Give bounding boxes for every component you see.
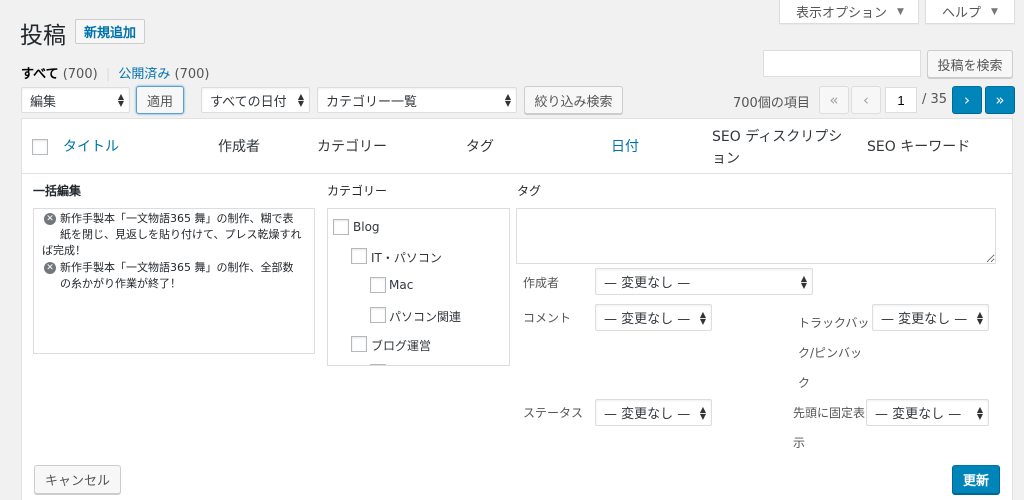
date-filter-select[interactable]: すべての日付 ▲ ▼ [201, 87, 310, 113]
author-label: 作成者 [523, 276, 560, 290]
category-filter-select[interactable]: カテゴリー一覧 ▲ ▼ [317, 87, 517, 113]
help-tab[interactable]: ヘルプ ▼ [925, 0, 1015, 24]
bulk-edit-heading: 一括編集 [33, 184, 82, 198]
post-search-input[interactable] [763, 50, 921, 77]
bulk-tags-heading: タグ [517, 184, 542, 198]
sticky-select[interactable]: — 変更なし — ▲ ▼ [866, 399, 989, 426]
filter-published-count: (700) [174, 67, 210, 82]
screen-options-label: 表示オプション [796, 6, 888, 21]
category-label: Mac [389, 278, 414, 292]
column-author: 作成者 [218, 139, 260, 155]
search-posts-button[interactable]: 投稿を検索 [927, 50, 1013, 78]
sticky-label-line: 先頭に固定表 [793, 406, 866, 420]
prev-page-button[interactable]: ‹ [851, 86, 881, 114]
select-arrows-icon: ▲ ▼ [800, 273, 807, 290]
caret-down-icon: ▼ [991, 6, 998, 17]
category-checkbox-blog-ops[interactable] [351, 336, 367, 352]
sticky-label-line: 示 [793, 436, 806, 450]
trackback-select[interactable]: — 変更なし — ▲ ▼ [872, 304, 989, 331]
bulk-title-line: 紙を閉じ、見返しを貼り付けて、プレス乾燥すれ [60, 228, 302, 241]
comment-select[interactable]: — 変更なし — ▲ ▼ [595, 304, 712, 331]
date-filter-value: すべての日付 [210, 94, 287, 110]
category-checklist: Blog IT・パソコン Mac パソコン関連 ブログ運営 [327, 208, 510, 366]
status-select-value: — 変更なし — [604, 407, 691, 422]
current-page-input[interactable] [885, 87, 917, 113]
column-categories: カテゴリー [317, 139, 387, 155]
column-date[interactable]: 日付 [611, 136, 639, 156]
sticky-select-value: — 変更なし — [875, 407, 962, 422]
bulk-title-line: の糸かがり作業が終了！ [60, 277, 181, 290]
bulk-title-line: ば完成！ [42, 244, 86, 257]
bulk-title-item: ✕ 新作手製本「一文物語365 舞」の制作、全部数 の糸かがり作業が終了！ [38, 260, 310, 292]
filter-separator: | [105, 67, 111, 82]
apply-button[interactable]: 適用 [136, 86, 184, 114]
add-new-button[interactable]: 新規追加 [75, 19, 146, 44]
update-button[interactable]: 更新 [952, 465, 1000, 494]
author-select-value: — 変更なし — [604, 276, 691, 291]
column-seo-keyword: SEO キーワード [867, 139, 971, 155]
bulk-titles-list: ✕ 新作手製本「一文物語365 舞」の制作、糊で表 紙を閉じ、見返しを貼り付けて… [33, 208, 315, 354]
sticky-label: 先頭に固定表 示 [793, 398, 865, 458]
remove-icon[interactable]: ✕ [44, 213, 56, 225]
category-checkbox-pc[interactable] [370, 307, 386, 323]
author-select[interactable]: — 変更なし — ▲ ▼ [595, 268, 813, 295]
column-tags: タグ [466, 139, 494, 155]
category-checkbox-it[interactable] [351, 248, 367, 264]
screen-options-tab[interactable]: 表示オプション ▼ [779, 0, 919, 24]
trackback-label: トラックバッ ク/ピンバッ ク [798, 308, 869, 398]
trackback-label-line: ク/ピンバッ [798, 346, 863, 360]
items-count: 700個の項目 [733, 96, 810, 111]
seo-desc-line1: SEO ディスクリプシ [712, 129, 843, 145]
last-page-button[interactable]: » [985, 86, 1015, 114]
status-filters: すべて (700) | 公開済み (700) [21, 63, 209, 82]
filter-all-link[interactable]: すべて [21, 67, 59, 82]
status-label: ステータス [523, 406, 584, 420]
category-filter-value: カテゴリー一覧 [326, 94, 418, 110]
seo-desc-line2: ョン [712, 151, 740, 167]
column-title[interactable]: タイトル [63, 136, 119, 156]
trackback-label-line: ク [798, 376, 811, 390]
filter-all-count: (700) [62, 67, 98, 82]
help-label: ヘルプ [942, 6, 982, 21]
category-label: IT・パソコン [371, 251, 442, 265]
bulk-title-line: 新作手製本「一文物語365 舞」の制作、全部数 [60, 261, 294, 274]
trackback-select-value: — 変更なし — [881, 312, 968, 327]
comment-select-value: — 変更なし — [604, 312, 691, 327]
first-page-button[interactable]: « [819, 86, 849, 114]
posts-table-header [21, 118, 1013, 174]
filter-button[interactable]: 絞り込み検索 [524, 86, 623, 114]
column-seo-description: SEO ディスクリプシ ョン [712, 126, 842, 168]
select-arrows-icon: ▲ ▼ [976, 309, 983, 326]
caret-down-icon: ▼ [897, 6, 904, 17]
category-checkbox-mac[interactable] [370, 277, 386, 293]
category-checkbox-more[interactable] [370, 364, 386, 365]
select-arrows-icon: ▲ ▼ [699, 309, 706, 326]
remove-icon[interactable]: ✕ [44, 262, 56, 274]
bulk-action-value: 編集 [30, 94, 57, 110]
cancel-button[interactable]: キャンセル [34, 465, 121, 494]
trackback-label-line: トラックバッ [798, 316, 870, 330]
select-arrows-icon: ▲ ▼ [117, 92, 124, 108]
category-checkbox-blog[interactable] [333, 219, 349, 235]
bulk-category-heading: カテゴリー [327, 184, 388, 198]
tags-textarea[interactable] [516, 208, 996, 264]
select-arrows-icon: ▲ ▼ [699, 404, 706, 421]
next-page-button[interactable]: › [952, 86, 982, 114]
comment-label: コメント [523, 311, 572, 325]
page-title: 投稿 [20, 23, 66, 49]
select-all-checkbox[interactable] [32, 139, 48, 155]
filter-published-link[interactable]: 公開済み [118, 67, 170, 82]
bulk-title-line: 新作手製本「一文物語365 舞」の制作、糊で表 [60, 212, 294, 225]
bulk-title-item: ✕ 新作手製本「一文物語365 舞」の制作、糊で表 紙を閉じ、見返しを貼り付けて… [38, 211, 310, 259]
select-arrows-icon: ▲ ▼ [297, 92, 304, 108]
category-label: パソコン関連 [389, 310, 462, 324]
select-arrows-icon: ▲ ▼ [976, 404, 983, 421]
select-arrows-icon: ▲ ▼ [504, 92, 511, 108]
bulk-action-select[interactable]: 編集 ▲ ▼ [21, 87, 130, 113]
category-label: ブログ運営 [371, 339, 432, 353]
category-label: Blog [353, 220, 380, 234]
status-select[interactable]: — 変更なし — ▲ ▼ [595, 399, 712, 426]
total-pages: / 35 [922, 92, 948, 107]
